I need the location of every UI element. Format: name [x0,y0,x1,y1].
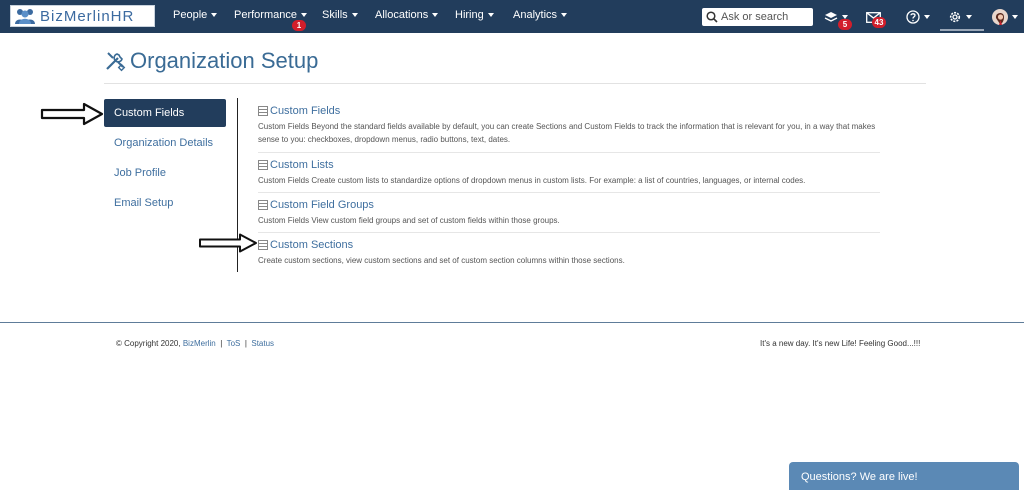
entry-description: Custom Fields Create custom lists to sta… [258,176,806,185]
nav-allocations-label: Allocations [375,9,429,21]
title-divider [104,83,926,84]
entry-description: Custom Fields View custom field groups a… [258,216,560,225]
nav-allocations[interactable]: Allocations [375,9,439,21]
entry-divider [258,232,880,233]
company-link[interactable]: BizMerlin [183,339,216,348]
search-box[interactable] [702,8,813,26]
entry-custom-lists: Custom Lists Custom Fields Create custom… [258,159,880,187]
people-logo-icon [15,9,35,24]
annotation-arrow-icon [199,233,257,253]
help-button[interactable] [906,7,930,27]
settings-active-indicator [940,29,984,31]
entry-title: Custom Sections [270,239,354,251]
nav-skills[interactable]: Skills [322,9,358,21]
entry-title: Custom Lists [270,159,334,171]
sidebar-item-job-profile[interactable]: Job Profile [104,159,226,187]
footer-divider [0,322,1024,323]
footer-links: © Copyright 2020, BizMerlin | ToS | Stat… [116,339,274,348]
copyright-text: © Copyright 2020, [116,339,181,348]
database-icon [258,200,268,210]
database-icon [258,240,268,250]
entry-description: Create custom sections, view custom sect… [258,256,625,265]
avatar-icon [992,9,1008,25]
entry-custom-fields-link[interactable]: Custom Fields [258,105,880,117]
caret-down-icon [432,13,439,18]
layers-badge: 5 [838,19,852,30]
footer-tagline: It's a new day. It's new Life! Feeling G… [760,339,921,348]
footer-separator: | [220,339,223,348]
entry-custom-lists-link[interactable]: Custom Lists [258,159,880,171]
database-icon [258,160,268,170]
caret-down-icon [1012,15,1018,19]
nav-people[interactable]: People [173,9,218,21]
entry-divider [258,152,880,153]
entry-custom-field-groups-link[interactable]: Custom Field Groups [258,199,880,211]
search-input[interactable] [721,11,807,23]
settings-button[interactable] [948,7,972,27]
brand-logo[interactable]: BizMerlinHR [10,5,155,27]
help-icon [906,10,920,24]
caret-down-icon [351,13,358,18]
caret-down-icon [211,13,218,18]
entry-title: Custom Field Groups [270,199,374,211]
nav-hiring-label: Hiring [455,9,484,21]
live-chat-button[interactable]: Questions? We are live! [789,462,1019,490]
caret-down-icon [561,13,568,18]
entry-custom-field-groups: Custom Field Groups Custom Fields View c… [258,199,880,227]
sidebar-item-organization-details[interactable]: Organization Details [104,129,226,157]
nav-analytics-label: Analytics [513,9,558,21]
entry-custom-fields: Custom Fields Custom Fields Beyond the s… [258,105,880,146]
entry-title: Custom Fields [270,105,341,117]
top-navbar: BizMerlinHR People Performance 1 Skills … [0,0,1024,33]
entry-description: Custom Fields Beyond the standard fields… [258,122,876,144]
caret-down-icon [487,13,494,18]
entry-custom-sections: Custom Sections Create custom sections, … [258,239,880,267]
sidebar-item-email-setup[interactable]: Email Setup [104,189,226,217]
page-title: Organization Setup [130,48,319,73]
search-icon [706,11,718,23]
tools-icon [106,52,126,72]
entry-divider [258,192,880,193]
mail-badge: 43 [872,17,886,28]
annotation-arrow-icon [40,102,104,126]
gear-icon [949,11,961,23]
performance-badge: 1 [292,20,306,31]
sidebar-item-custom-fields[interactable]: Custom Fields [104,99,226,127]
footer-separator: | [244,339,247,348]
entry-custom-sections-link[interactable]: Custom Sections [258,239,880,251]
database-icon [258,106,268,116]
nav-hiring[interactable]: Hiring [455,9,494,21]
caret-down-icon [924,15,930,19]
status-link[interactable]: Status [251,339,274,348]
nav-performance-label: Performance [234,9,297,21]
nav-people-label: People [173,9,208,21]
caret-down-icon [300,13,307,18]
brand-name: BizMerlinHR [40,7,135,25]
caret-down-icon [966,15,972,19]
nav-skills-label: Skills [322,9,348,21]
nav-analytics[interactable]: Analytics [513,9,568,21]
page-header: Organization Setup [104,48,318,74]
tos-link[interactable]: ToS [227,339,241,348]
user-menu-button[interactable] [992,7,1018,27]
layers-icon [824,12,838,22]
